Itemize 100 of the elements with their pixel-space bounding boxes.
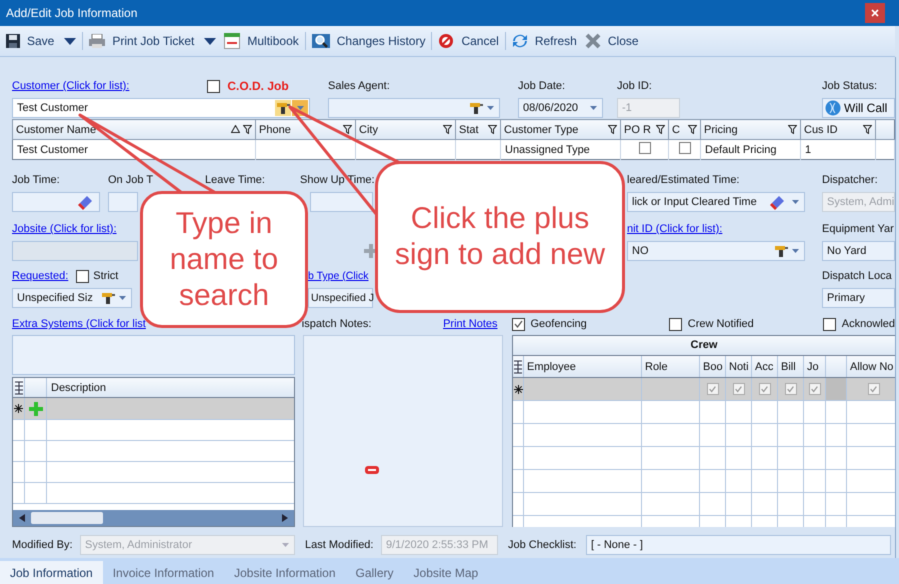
filter-icon[interactable]	[863, 125, 872, 134]
column-header[interactable]: Customer Type	[500, 120, 620, 140]
column-header[interactable]: Cus ID	[800, 120, 876, 140]
close-button[interactable]	[865, 3, 885, 23]
dispatch-location-field[interactable]: Primary	[822, 288, 895, 308]
filter-icon[interactable]	[608, 125, 617, 134]
refresh-button[interactable]: Refresh	[508, 29, 581, 53]
calendar-icon	[224, 33, 240, 49]
checkbox[interactable]	[732, 383, 744, 395]
scroll-thumb[interactable]	[31, 512, 103, 524]
job-status-button[interactable]: Will Call	[822, 98, 895, 118]
filter-icon[interactable]	[656, 125, 665, 134]
cancel-button[interactable]: Cancel	[434, 29, 503, 53]
checkbox[interactable]	[822, 318, 836, 330]
checkbox[interactable]	[668, 318, 682, 330]
checkbox[interactable]	[706, 383, 718, 395]
checkbox[interactable]	[207, 80, 220, 93]
drill-icon[interactable]	[774, 244, 788, 258]
checkbox-label: Acknowled	[842, 318, 895, 330]
eraser-icon[interactable]	[770, 194, 786, 210]
time-field[interactable]	[108, 192, 138, 212]
column-header[interactable]: City	[356, 120, 456, 140]
drill-icon[interactable]	[101, 291, 115, 305]
unit-id-link[interactable]: nit ID (Click for list):	[627, 222, 722, 237]
checkbox[interactable]	[808, 383, 820, 395]
extra-systems-link[interactable]: Extra Systems (Click for list	[12, 318, 146, 330]
checkbox[interactable]	[512, 318, 524, 330]
job-checklist-field[interactable]: [ - None - ]	[586, 535, 891, 555]
column-header[interactable]: Customer Name	[12, 120, 256, 140]
tab[interactable]: Gallery	[346, 561, 404, 584]
minus-icon[interactable]	[365, 466, 379, 474]
cancel-icon	[438, 33, 454, 49]
jobsite-link[interactable]: Jobsite (Click for list):	[12, 222, 117, 237]
checkbox[interactable]	[76, 270, 90, 283]
new-row[interactable]	[513, 378, 895, 401]
filter-icon[interactable]	[688, 125, 697, 134]
column-header[interactable]: Boo	[700, 356, 726, 377]
tab[interactable]: Jobsite Information	[224, 561, 346, 584]
column-header[interactable]: Jo	[804, 356, 826, 377]
requested-link[interactable]: Requested:	[12, 269, 68, 284]
new-row-icon	[514, 384, 522, 394]
cod-job-label: C.O.D. Job	[227, 79, 289, 94]
column-header[interactable]: Stat	[456, 120, 500, 140]
customer-link[interactable]: Customer (Click for list):	[12, 79, 130, 94]
checkbox[interactable]	[868, 383, 880, 395]
search-icon	[312, 33, 330, 49]
column-header[interactable]: Description	[47, 378, 294, 397]
filter-icon[interactable]	[343, 125, 352, 134]
filter-icon[interactable]	[788, 125, 797, 134]
unit-id-field[interactable]: NO	[627, 241, 805, 261]
customer-field[interactable]: Test Customer	[12, 98, 310, 118]
column-chooser-icon[interactable]	[513, 360, 523, 374]
scroll-left-icon[interactable]	[19, 514, 25, 522]
column-header[interactable]: Acc	[752, 356, 778, 377]
cleared-time-field[interactable]: lick or Input Cleared Time	[627, 192, 805, 212]
history-button[interactable]: Changes History	[308, 29, 430, 53]
time-field[interactable]	[310, 192, 373, 212]
caret-icon	[792, 200, 799, 204]
checkbox[interactable]	[678, 142, 690, 154]
last-modified-label: Last Modified:	[305, 539, 374, 551]
column-chooser-icon[interactable]	[14, 380, 24, 394]
tab[interactable]: Job Information	[0, 561, 103, 584]
modified-by-label: Modified By:	[12, 539, 74, 551]
eraser-icon[interactable]	[78, 194, 94, 210]
filter-icon[interactable]	[243, 125, 252, 134]
jobsite-field[interactable]	[12, 241, 138, 261]
column-header[interactable]: Bill	[778, 356, 804, 377]
sales-agent-label: Sales Agent:	[328, 79, 391, 94]
tab[interactable]: Invoice Information	[102, 561, 224, 584]
scroll-right-icon[interactable]	[282, 514, 288, 522]
job-date-field[interactable]: 08/06/2020	[518, 98, 603, 118]
time-field[interactable]	[12, 192, 100, 212]
tab[interactable]: Jobsite Map	[404, 561, 488, 584]
filter-icon[interactable]	[488, 125, 497, 134]
drill-icon[interactable]	[469, 101, 483, 115]
equipment-yard-field[interactable]: No Yard	[822, 241, 895, 261]
size-field[interactable]: Unspecified Siz	[12, 288, 132, 308]
print-button[interactable]: Print Job Ticket	[85, 29, 220, 53]
sales-agent-field[interactable]	[328, 98, 500, 118]
checkbox[interactable]	[784, 383, 796, 395]
job-type-link[interactable]: b Type (Click	[308, 269, 368, 284]
column-header[interactable]: Pricing	[700, 120, 800, 140]
save-button[interactable]: Save	[2, 29, 80, 53]
drill-button[interactable]	[275, 100, 291, 116]
checkbox[interactable]	[758, 383, 770, 395]
column-header[interactable]: Role	[642, 356, 700, 377]
column-header[interactable]: Noti	[726, 356, 752, 377]
close-icon	[584, 33, 601, 49]
column-header[interactable]: Allow No	[847, 356, 895, 377]
close-button[interactable]: Close	[580, 29, 643, 53]
job-type-field[interactable]: Unspecified J	[308, 288, 373, 308]
multibook-button[interactable]: Multibook	[220, 29, 303, 53]
scrollbar[interactable]	[13, 510, 294, 526]
job-status-label: Job Status:	[822, 79, 878, 94]
column-header[interactable]: C	[668, 120, 700, 140]
column-header[interactable]: PO R	[620, 120, 668, 140]
filter-icon[interactable]	[443, 125, 452, 134]
column-header[interactable]: Employee	[524, 356, 642, 377]
print-notes-link[interactable]: Print Notes	[443, 318, 498, 330]
checkbox[interactable]	[638, 142, 650, 154]
